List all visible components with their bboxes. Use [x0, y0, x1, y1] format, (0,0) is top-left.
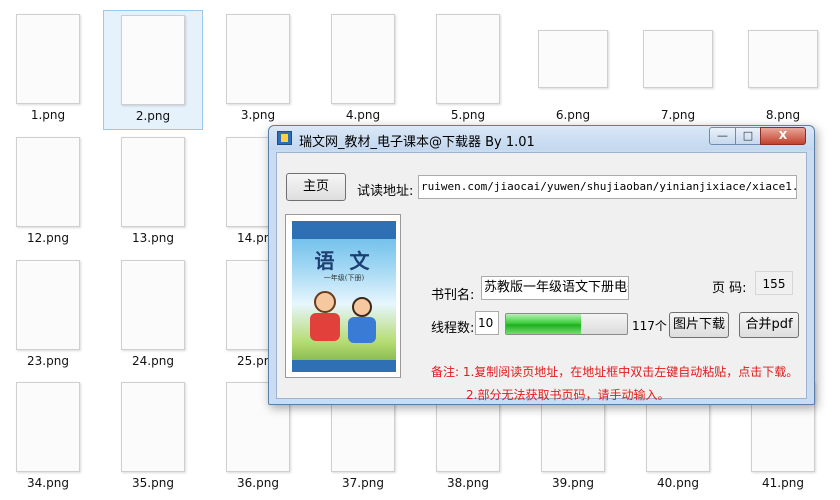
file-name: 24.png — [132, 354, 174, 368]
file-thumbnail-image — [538, 30, 608, 88]
merge-pdf-button[interactable]: 合并pdf — [739, 312, 799, 338]
url-label: 试读地址: — [357, 184, 414, 199]
minimize-button[interactable]: — — [709, 127, 736, 145]
file-name: 38.png — [447, 476, 489, 490]
file-thumbnail[interactable]: 24.png — [103, 256, 203, 376]
downloaded-count: 117个 — [632, 319, 667, 333]
file-name: 36.png — [237, 476, 279, 490]
book-name-field[interactable]: 苏教版一年级语文下册电子 — [481, 276, 629, 300]
book-cover-image: 语 文 一年级(下册) — [285, 214, 401, 378]
file-name: 40.png — [657, 476, 699, 490]
file-thumbnail-image — [748, 30, 818, 88]
file-name: 4.png — [345, 108, 381, 122]
file-name: 35.png — [132, 476, 174, 490]
app-icon — [277, 131, 292, 145]
file-thumbnail[interactable]: 8.png — [733, 10, 833, 130]
window-client-area: 主页 试读地址: ruiwen.com/jiaocai/yuwen/shujia… — [276, 152, 807, 402]
thread-count-label: 线程数: — [431, 321, 475, 336]
file-name: 5.png — [450, 108, 486, 122]
file-name: 2.png — [135, 109, 171, 123]
note-line-2: 2.部分无法获取书页码，请手动输入。 — [466, 388, 670, 402]
file-name: 34.png — [27, 476, 69, 490]
file-name: 23.png — [27, 354, 69, 368]
file-thumbnail-image — [16, 382, 80, 472]
file-thumbnail[interactable]: 13.png — [103, 133, 203, 253]
child-illustration-body — [310, 313, 340, 341]
file-thumbnail-image — [16, 137, 80, 227]
file-thumbnail[interactable]: 2.png — [103, 10, 203, 130]
file-thumbnail[interactable]: 1.png — [0, 10, 98, 130]
child-illustration-body — [348, 317, 376, 343]
page-count-field[interactable]: 155 — [755, 271, 793, 295]
file-name: 37.png — [342, 476, 384, 490]
cover-footer-band — [292, 360, 396, 372]
progress-fill — [506, 314, 582, 334]
file-thumbnail[interactable]: 5.png — [418, 10, 518, 130]
file-thumbnail[interactable]: 7.png — [628, 10, 728, 130]
download-progress-bar — [505, 313, 628, 335]
file-thumbnail[interactable]: 4.png — [313, 10, 413, 130]
file-name: 39.png — [552, 476, 594, 490]
maximize-button[interactable]: □ — [735, 127, 761, 145]
file-name: 6.png — [555, 108, 591, 122]
cover-title: 语 文 — [314, 249, 374, 273]
file-thumbnail-image — [226, 14, 290, 104]
file-name: 41.png — [762, 476, 804, 490]
file-thumbnail[interactable]: 34.png — [0, 378, 98, 498]
file-thumbnail[interactable]: 23.png — [0, 256, 98, 376]
window-title: 瑞文网_教材_电子课本@下载器 By 1.01 — [299, 135, 535, 150]
cover-header-band — [292, 221, 396, 239]
cover-subtitle: 一年级(下册) — [323, 274, 365, 282]
downloader-window: 瑞文网_教材_电子课本@下载器 By 1.01 — □ X 主页 试读地址: r… — [268, 125, 815, 405]
file-thumbnail-image — [643, 30, 713, 88]
url-input[interactable]: ruiwen.com/jiaocai/yuwen/shujiaoban/yini… — [418, 175, 797, 199]
child-illustration-head — [352, 297, 372, 317]
file-thumbnail-image — [331, 14, 395, 104]
file-thumbnail-image — [16, 260, 80, 350]
cover-art: 语 文 一年级(下册) — [292, 221, 396, 372]
file-name: 13.png — [132, 231, 174, 245]
file-name: 7.png — [660, 108, 696, 122]
file-thumbnail-image — [121, 137, 185, 227]
image-download-button[interactable]: 图片下载 — [669, 312, 729, 338]
file-thumbnail[interactable]: 12.png — [0, 133, 98, 253]
title-bar[interactable]: 瑞文网_教材_电子课本@下载器 By 1.01 — □ X — [269, 126, 814, 150]
file-thumbnail-image — [16, 14, 80, 104]
file-name: 12.png — [27, 231, 69, 245]
page-count-label: 页 码: — [712, 281, 747, 296]
file-thumbnail-image — [121, 15, 185, 105]
file-name: 3.png — [240, 108, 276, 122]
close-button[interactable]: X — [760, 127, 806, 145]
thread-count-input[interactable]: 10 — [475, 311, 499, 335]
file-thumbnail-image — [121, 382, 185, 472]
file-thumbnail-image — [436, 14, 500, 104]
file-name: 1.png — [30, 108, 66, 122]
file-thumbnail-image — [121, 260, 185, 350]
book-name-label: 书刊名: — [431, 288, 475, 303]
home-button[interactable]: 主页 — [286, 173, 346, 201]
note-line-1: 备注: 1.复制阅读页地址，在地址框中双击左键自动粘贴，点击下载。 — [431, 365, 799, 379]
file-thumbnail[interactable]: 3.png — [208, 10, 308, 130]
file-thumbnail[interactable]: 6.png — [523, 10, 623, 130]
file-thumbnail[interactable]: 35.png — [103, 378, 203, 498]
child-illustration-head — [314, 291, 336, 313]
file-name: 8.png — [765, 108, 801, 122]
